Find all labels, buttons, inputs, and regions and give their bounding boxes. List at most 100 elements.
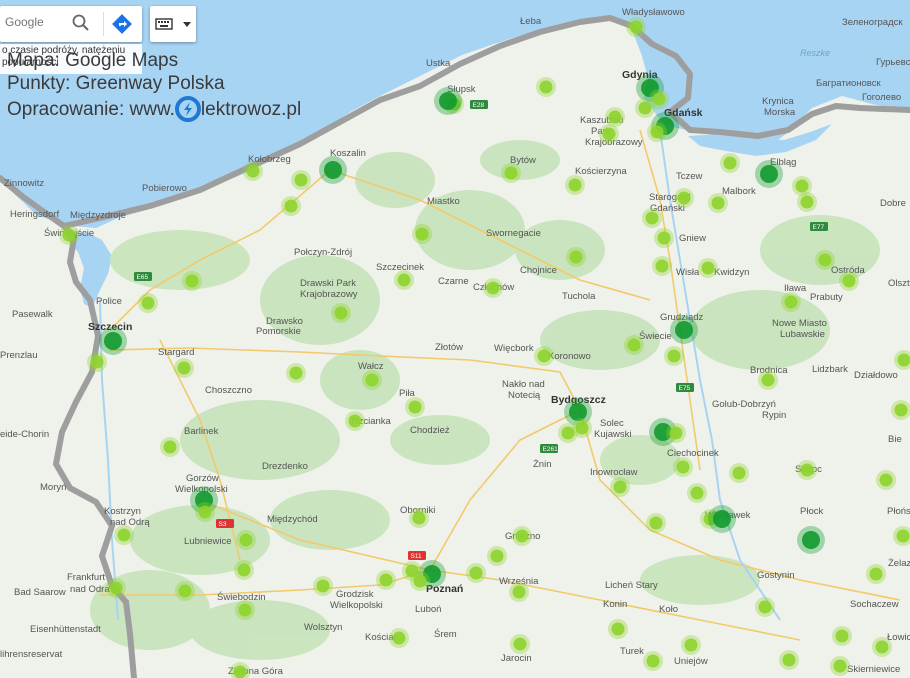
- charging-station-marker[interactable]: [536, 77, 556, 97]
- charging-station-marker[interactable]: [608, 619, 628, 639]
- city-label-znin: Żnin: [533, 459, 551, 470]
- city-label-koronowo: Koronowo: [548, 351, 591, 362]
- charging-station-marker[interactable]: [510, 634, 530, 654]
- charging-station-marker[interactable]: [652, 256, 672, 276]
- charging-station-marker[interactable]: [501, 163, 521, 183]
- charging-station-marker[interactable]: [832, 626, 852, 646]
- charging-station-marker[interactable]: [138, 293, 158, 313]
- charging-station-marker[interactable]: [610, 477, 630, 497]
- charging-station-marker[interactable]: [234, 560, 254, 580]
- charging-station-marker[interactable]: [331, 303, 351, 323]
- charging-station-marker[interactable]: [654, 228, 674, 248]
- city-label-prenzlau: Prenzlau: [0, 350, 38, 361]
- elektrowoz-logo-icon: [174, 96, 201, 122]
- charging-station-marker[interactable]: [635, 98, 655, 118]
- charging-station-marker[interactable]: [755, 597, 775, 617]
- charging-station-marker[interactable]: [174, 358, 194, 378]
- charging-station-marker[interactable]: [509, 582, 529, 602]
- search-icon[interactable]: [70, 12, 92, 34]
- city-label-tczew: Tczew: [676, 171, 703, 182]
- charging-station-marker[interactable]: [410, 571, 430, 591]
- charging-station-marker[interactable]: [534, 346, 554, 366]
- charging-station-marker[interactable]: [182, 271, 202, 291]
- charging-station-marker[interactable]: [362, 370, 382, 390]
- charging-station-marker[interactable]: [236, 530, 256, 550]
- charging-station-marker[interactable]: [797, 192, 817, 212]
- charging-station-marker[interactable]: [797, 460, 817, 480]
- road-shield-s11: S11: [408, 551, 426, 560]
- charging-station-marker[interactable]: [281, 196, 301, 216]
- charging-station-marker[interactable]: [87, 352, 107, 372]
- charging-station-marker[interactable]: [313, 576, 333, 596]
- charging-station-marker[interactable]: [291, 170, 311, 190]
- charging-station-marker[interactable]: [466, 563, 486, 583]
- city-label-plock: Płock: [800, 506, 823, 517]
- charging-station-marker[interactable]: [114, 525, 134, 545]
- charging-station-marker[interactable]: [758, 370, 778, 390]
- charging-station-marker[interactable]: [175, 581, 195, 601]
- charging-station-marker[interactable]: [235, 600, 255, 620]
- charging-station-marker[interactable]: [566, 247, 586, 267]
- charging-station-marker[interactable]: [558, 423, 578, 443]
- charging-station-marker[interactable]: [389, 628, 409, 648]
- charging-station-marker[interactable]: [779, 650, 799, 670]
- directions-icon[interactable]: [111, 13, 133, 35]
- charging-station-marker[interactable]: [59, 225, 79, 245]
- charging-station-marker[interactable]: [708, 193, 728, 213]
- input-tools-button[interactable]: [150, 6, 196, 42]
- charging-station-marker[interactable]: [487, 546, 507, 566]
- charging-station-marker[interactable]: [483, 278, 503, 298]
- charging-station-marker[interactable]: [830, 656, 850, 676]
- charging-station-marker[interactable]: [673, 457, 693, 477]
- charging-station-marker[interactable]: [565, 175, 585, 195]
- search-input[interactable]: [3, 14, 67, 30]
- charging-station-marker[interactable]: [647, 122, 667, 142]
- charging-station-marker[interactable]: [815, 250, 835, 270]
- charging-station-marker[interactable]: [729, 463, 749, 483]
- charging-station-marker[interactable]: [624, 335, 644, 355]
- charging-station-marker[interactable]: [642, 208, 662, 228]
- charging-station-marker-dark[interactable]: [797, 526, 825, 554]
- charging-station-marker[interactable]: [681, 635, 701, 655]
- charging-station-marker[interactable]: [720, 153, 740, 173]
- city-label-lichen: Licheń Stary: [605, 580, 658, 591]
- charging-station-marker[interactable]: [160, 437, 180, 457]
- city-label-solec: Solec: [600, 418, 624, 429]
- charging-station-marker[interactable]: [666, 423, 686, 443]
- charging-station-marker[interactable]: [599, 124, 619, 144]
- charging-station-marker[interactable]: [839, 271, 859, 291]
- charging-station-marker[interactable]: [243, 161, 263, 181]
- charging-station-marker[interactable]: [866, 564, 886, 584]
- charging-station-marker-dark[interactable]: [755, 160, 783, 188]
- charging-station-marker[interactable]: [106, 578, 126, 598]
- charging-station-marker[interactable]: [872, 637, 892, 657]
- charging-station-marker[interactable]: [876, 470, 896, 490]
- charging-station-marker[interactable]: [687, 483, 707, 503]
- charging-station-marker[interactable]: [409, 508, 429, 528]
- charging-station-marker[interactable]: [405, 397, 425, 417]
- charging-station-marker[interactable]: [605, 107, 625, 127]
- charging-station-marker-dark[interactable]: [708, 505, 736, 533]
- charging-station-marker[interactable]: [698, 258, 718, 278]
- city-label-drawski_park: Drawski Park: [300, 278, 356, 289]
- charging-station-marker[interactable]: [781, 292, 801, 312]
- charging-station-marker-dark[interactable]: [319, 156, 347, 184]
- charging-station-marker[interactable]: [664, 346, 684, 366]
- city-label-frankfurt: Frankfurt: [67, 572, 105, 583]
- city-label-nowe_miasto: Nowe Miasto: [772, 318, 827, 329]
- charging-station-marker[interactable]: [286, 363, 306, 383]
- charging-station-marker[interactable]: [345, 411, 365, 431]
- charging-station-marker-dark[interactable]: [434, 87, 462, 115]
- charging-station-marker[interactable]: [195, 502, 215, 522]
- charging-station-marker[interactable]: [674, 188, 694, 208]
- charging-station-marker[interactable]: [643, 651, 663, 671]
- charging-station-marker-dark[interactable]: [670, 316, 698, 344]
- charging-station-marker[interactable]: [394, 270, 414, 290]
- charging-station-marker[interactable]: [376, 570, 396, 590]
- charging-station-marker[interactable]: [412, 224, 432, 244]
- charging-station-marker[interactable]: [626, 17, 646, 37]
- keyboard-icon: [155, 18, 173, 30]
- charging-station-marker[interactable]: [512, 526, 532, 546]
- charging-station-marker-dark[interactable]: [99, 327, 127, 355]
- charging-station-marker[interactable]: [646, 513, 666, 533]
